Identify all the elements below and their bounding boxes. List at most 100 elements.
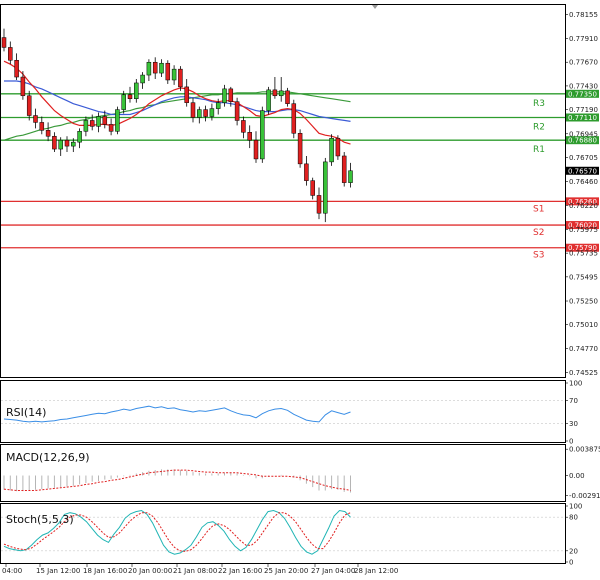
level-name-r2: R2 — [533, 122, 545, 132]
candle-bear — [20, 76, 26, 97]
candle-bull — [159, 62, 164, 74]
candle-bull — [121, 94, 126, 110]
candle-bear — [285, 90, 290, 104]
candle-bull — [215, 102, 221, 109]
level-name-r1: R1 — [533, 145, 545, 155]
candle-bear — [297, 133, 303, 165]
stoch-tick-label: 80 — [569, 514, 578, 522]
price-tick-label: 0.77190 — [569, 106, 598, 114]
price-tick-label: 0.76460 — [569, 178, 598, 186]
candle-bull — [329, 137, 334, 163]
time-tick-label: 15 Jan 12:00 — [36, 567, 80, 575]
level-value-text: 0.77110 — [568, 114, 597, 122]
candle-bull — [266, 89, 271, 111]
candle-bear — [304, 163, 309, 181]
candle-bull — [323, 161, 328, 214]
candle-bear — [39, 122, 45, 131]
candle-bear — [247, 132, 252, 141]
candle-bear — [52, 135, 57, 150]
level-name-s2: S2 — [533, 228, 544, 238]
level-name-s1: S1 — [533, 204, 544, 214]
time-tick-label: 27 Jan 04:00 — [311, 567, 355, 575]
candle-bull — [140, 74, 145, 84]
candle-bull — [77, 131, 82, 143]
price-tick-label: 0.75010 — [569, 321, 598, 329]
candle-bear — [272, 89, 278, 97]
time-tick-label: 22 Jan 16:00 — [218, 567, 262, 575]
candle-bull — [197, 109, 202, 118]
price-tick-label: 0.75975 — [569, 226, 598, 234]
rsi-tick-label: 100 — [569, 380, 582, 388]
price-tick-label: 0.77670 — [569, 59, 598, 67]
candle-bull — [96, 116, 101, 127]
price-tick-label: 0.75495 — [569, 273, 598, 281]
candle-bear — [228, 88, 234, 102]
stoch-tick-label: 100 — [569, 503, 582, 511]
price-tick-label: 0.78155 — [569, 11, 598, 19]
time-tick-label: 18 Jan 16:00 — [83, 567, 127, 575]
price-tick-label: 0.76945 — [569, 130, 598, 138]
candle-bear — [45, 130, 51, 137]
rsi-panel-frame — [0, 380, 566, 443]
candle-bear — [1, 37, 7, 48]
price-tick-label: 0.74770 — [569, 345, 598, 353]
candle-bear — [152, 61, 158, 74]
candle-bear — [203, 109, 208, 117]
time-tick-label: 04:00 — [2, 567, 22, 575]
macd-tick-label: -0.002911 — [569, 492, 600, 500]
main-panel-frame — [0, 4, 566, 378]
candle-bear — [33, 115, 38, 123]
candle-bear — [316, 195, 322, 214]
candle-bull — [171, 68, 177, 81]
candle-bear — [184, 86, 189, 103]
macd-label: MACD(12,26,9) — [6, 451, 90, 464]
trading-chart: R30.77350R20.77110R10.76880S10.76260S20.… — [0, 4, 600, 575]
macd-tick-label: 0.00 — [569, 472, 585, 480]
candle-bull — [58, 139, 63, 150]
time-tick-label: 25 Jan 20:00 — [264, 567, 308, 575]
price-tick-label: 0.77910 — [569, 35, 598, 43]
level-name-r3: R3 — [533, 99, 545, 109]
candle-bull — [134, 82, 139, 99]
candle-bear — [291, 103, 297, 134]
rsi-tick-label: 70 — [569, 397, 578, 405]
level-name-s3: S3 — [533, 251, 544, 261]
candle-bull — [348, 170, 353, 183]
current-price-text: 0.76570 — [568, 167, 597, 175]
price-tick-label: 0.74525 — [569, 369, 598, 377]
candle-bear — [8, 47, 13, 61]
rsi-label: RSI(14) — [6, 406, 46, 419]
rsi-tick-label: 0 — [569, 438, 573, 446]
candle-bear — [89, 120, 95, 127]
stoch-tick-label: 20 — [569, 547, 578, 555]
candle-bear — [341, 155, 347, 183]
rsi-tick-label: 30 — [569, 420, 578, 428]
candle-bear — [14, 60, 19, 78]
candle-bear — [108, 124, 114, 132]
price-axis: 0.78155 0.77910 0.77670 0.77430 0.77190 0.769… — [565, 11, 598, 377]
candle-bear — [178, 68, 183, 88]
candle-bull — [71, 141, 76, 147]
candle-bull — [146, 61, 152, 76]
candle-bear — [190, 102, 196, 118]
time-axis: 04:00 15 Jan 12:00 18 Jan 16:00 20 Jan 00:0… — [2, 564, 398, 575]
price-tick-label: 0.76220 — [569, 202, 598, 210]
price-tick-label: 0.75735 — [569, 250, 598, 258]
candle-bear — [26, 95, 32, 116]
price-tick-label: 0.76705 — [569, 154, 598, 162]
time-tick-label: 21 Jan 08:00 — [173, 567, 217, 575]
price-tick-label: 0.75250 — [569, 298, 598, 306]
candle-bull — [209, 108, 215, 117]
stoch-label: Stoch(5,5,3) — [6, 513, 74, 526]
candle-bear — [165, 62, 171, 81]
candle-bear — [64, 139, 70, 147]
candle-bear — [335, 137, 341, 157]
candle-bear — [241, 120, 246, 133]
stoch-tick-label: 0 — [569, 559, 573, 567]
candle-bear — [310, 180, 315, 196]
candle-bull — [278, 90, 284, 97]
level-value-text: 0.77350 — [568, 90, 597, 98]
price-tick-label: 0.77430 — [569, 82, 598, 90]
candle-bear — [127, 94, 133, 99]
candle-bull — [83, 120, 89, 132]
